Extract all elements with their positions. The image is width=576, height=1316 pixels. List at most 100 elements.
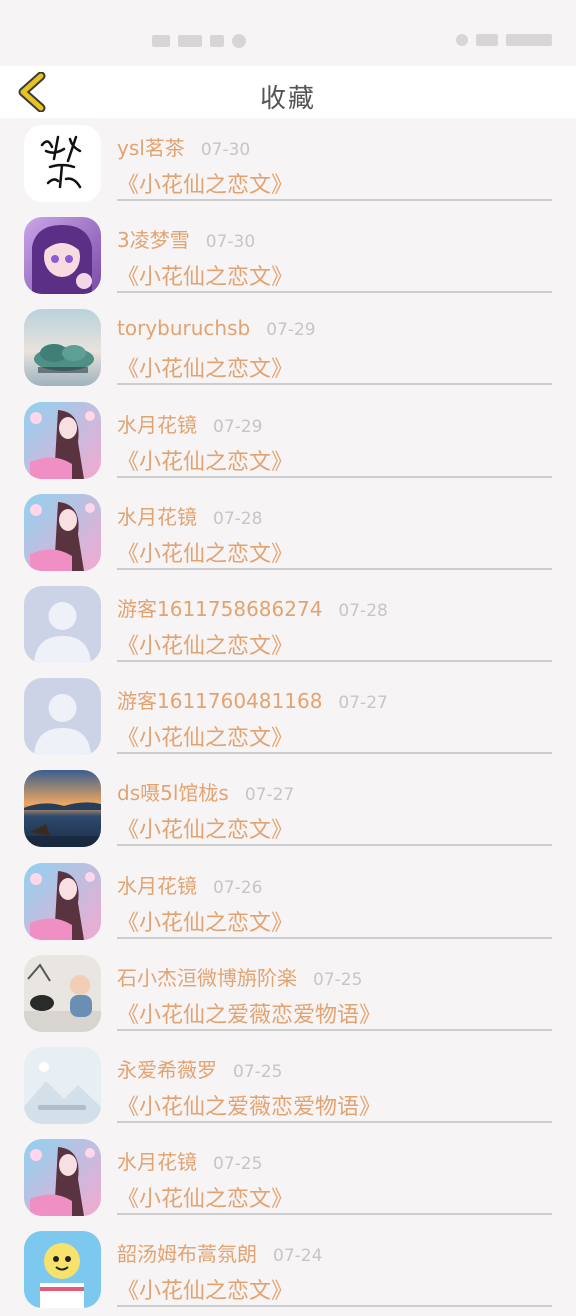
user-name[interactable]: 水月花镜 <box>117 1146 197 1175</box>
list-item[interactable]: 水月花镜 07-26 《小花仙之恋文》 <box>0 856 576 948</box>
divider <box>117 1028 552 1031</box>
book-title[interactable]: 《小花仙之恋文》 <box>117 536 293 568</box>
user-name[interactable]: 石小杰洹微博旃阶楽 <box>117 962 297 991</box>
name-row: 韶汤姆布蒿氛朗 07-24 <box>117 1238 322 1267</box>
divider <box>117 1213 552 1216</box>
sync-icon <box>232 34 246 48</box>
book-title[interactable]: 《小花仙之恋文》 <box>117 905 293 937</box>
date-label: 07-25 <box>313 969 363 990</box>
divider <box>117 1120 552 1123</box>
list-item[interactable]: 游客1611760481168 07-27 《小花仙之恋文》 <box>0 671 576 763</box>
date-label: 07-24 <box>273 1246 323 1267</box>
name-row: toryburuchsb 07-29 <box>117 316 316 340</box>
island-avatar[interactable] <box>24 309 101 387</box>
sakura-girl-avatar[interactable] <box>24 401 101 479</box>
divider <box>117 659 552 662</box>
book-title[interactable]: 《小花仙之恋文》 <box>117 167 293 199</box>
book-title[interactable]: 《小花仙之恋文》 <box>117 628 293 660</box>
book-title[interactable]: 《小花仙之恋文》 <box>117 444 293 476</box>
list-item[interactable]: 水月花镜 07-28 《小花仙之恋文》 <box>0 487 576 579</box>
user-name[interactable]: 永爱希薇罗 <box>117 1054 217 1083</box>
user-name[interactable]: 3凌梦雪 <box>117 224 190 253</box>
date-label: 07-27 <box>338 693 388 714</box>
date-label: 07-29 <box>213 416 263 437</box>
name-row: 石小杰洹微博旃阶楽 07-25 <box>117 962 362 991</box>
user-name[interactable]: ysl茗茶 <box>117 132 185 161</box>
date-label: 07-29 <box>266 320 316 341</box>
list-item[interactable]: 永爱希薇罗 07-25 《小花仙之爱薇恋爱物语》 <box>0 1040 576 1132</box>
user-name[interactable]: 水月花镜 <box>117 870 197 899</box>
sakura-girl-avatar[interactable] <box>24 862 101 940</box>
cartoon-avatar[interactable] <box>24 1231 101 1309</box>
name-row: 游客1611758686274 07-28 <box>117 593 388 622</box>
list-item[interactable]: 游客1611758686274 07-28 《小花仙之恋文》 <box>0 579 576 671</box>
user-name[interactable]: 游客1611760481168 <box>117 685 322 714</box>
book-title[interactable]: 《小花仙之恋文》 <box>117 812 293 844</box>
baby-photo-avatar[interactable] <box>24 954 101 1032</box>
sakura-girl-avatar[interactable] <box>24 493 101 571</box>
list-item[interactable]: 韶汤姆布蒿氛朗 07-24 《小花仙之恋文》 <box>0 1224 576 1316</box>
battery-icon <box>476 34 498 46</box>
book-title[interactable]: 《小花仙之爱薇恋爱物语》 <box>117 997 381 1029</box>
divider <box>117 752 552 755</box>
alarm-icon <box>456 34 468 46</box>
name-row: 水月花镜 07-25 <box>117 1146 262 1175</box>
clock <box>506 34 552 46</box>
divider <box>117 1305 552 1308</box>
date-label: 07-25 <box>213 1154 263 1175</box>
page-title: 收藏 <box>259 84 316 114</box>
divider <box>117 291 552 294</box>
default-user-avatar[interactable] <box>24 678 101 756</box>
list-item[interactable]: ysl茗茶 07-30 《小花仙之恋文》 <box>0 118 576 210</box>
header-bar: 收藏 <box>0 66 576 118</box>
sakura-girl-avatar[interactable] <box>24 1139 101 1217</box>
signal-icon <box>178 35 202 47</box>
date-label: 07-25 <box>233 1061 283 1082</box>
image-placeholder-avatar[interactable] <box>24 1046 101 1124</box>
book-title[interactable]: 《小花仙之恋文》 <box>117 1273 293 1305</box>
list-item[interactable]: 3凌梦雪 07-30 《小花仙之恋文》 <box>0 210 576 302</box>
name-row: 3凌梦雪 07-30 <box>117 224 255 253</box>
user-name[interactable]: ds嗫5l馆栊s <box>117 777 229 806</box>
favorites-list: ysl茗茶 07-30 《小花仙之恋文》 3凌梦雪 07-30 《小花仙之恋文》 <box>0 118 576 1316</box>
name-row: 水月花镜 07-28 <box>117 501 262 530</box>
list-item[interactable]: 石小杰洹微博旃阶楽 07-25 《小花仙之爱薇恋爱物语》 <box>0 948 576 1040</box>
status-icons-left <box>152 34 246 48</box>
book-title[interactable]: 《小花仙之爱薇恋爱物语》 <box>117 1089 381 1121</box>
sim-icon <box>152 35 170 47</box>
user-name[interactable]: 水月花镜 <box>117 409 197 438</box>
divider <box>117 199 552 201</box>
list-item[interactable]: 水月花镜 07-25 《小花仙之恋文》 <box>0 1132 576 1224</box>
date-label: 07-30 <box>200 140 251 160</box>
name-row: ds嗫5l馆栊s 07-27 <box>117 777 294 806</box>
divider <box>117 383 552 386</box>
user-name[interactable]: 水月花镜 <box>117 501 197 530</box>
date-label: 07-26 <box>213 877 263 898</box>
user-name[interactable]: 游客1611758686274 <box>117 593 322 622</box>
wifi-icon <box>210 35 224 47</box>
book-title[interactable]: 《小花仙之恋文》 <box>117 720 293 752</box>
book-title[interactable]: 《小花仙之恋文》 <box>117 259 293 291</box>
divider <box>117 475 552 478</box>
sunset-avatar[interactable] <box>24 770 101 848</box>
name-row: ysl茗茶 07-30 <box>117 132 250 161</box>
list-item[interactable]: toryburuchsb 07-29 《小花仙之恋文》 <box>0 302 576 394</box>
list-item[interactable]: 水月花镜 07-29 《小花仙之恋文》 <box>0 395 576 487</box>
book-title[interactable]: 《小花仙之恋文》 <box>117 1181 293 1213</box>
name-row: 游客1611760481168 07-27 <box>117 685 388 714</box>
book-title[interactable]: 《小花仙之恋文》 <box>117 351 293 383</box>
anime-girl-avatar[interactable] <box>24 217 101 295</box>
divider <box>117 936 552 939</box>
name-row: 水月花镜 07-29 <box>117 409 262 438</box>
status-icons-right <box>456 34 552 46</box>
user-name[interactable]: toryburuchsb <box>117 316 250 340</box>
default-user-avatar[interactable] <box>24 585 101 663</box>
user-name[interactable]: 韶汤姆布蒿氛朗 <box>117 1238 257 1267</box>
status-bar <box>0 0 576 66</box>
divider <box>117 567 552 570</box>
list-item[interactable]: ds嗫5l馆栊s 07-27 《小花仙之恋文》 <box>0 763 576 855</box>
name-row: 水月花镜 07-26 <box>117 870 262 899</box>
name-row: 永爱希薇罗 07-25 <box>117 1054 282 1083</box>
calligraphy-avatar[interactable] <box>24 125 101 202</box>
divider <box>117 844 552 847</box>
